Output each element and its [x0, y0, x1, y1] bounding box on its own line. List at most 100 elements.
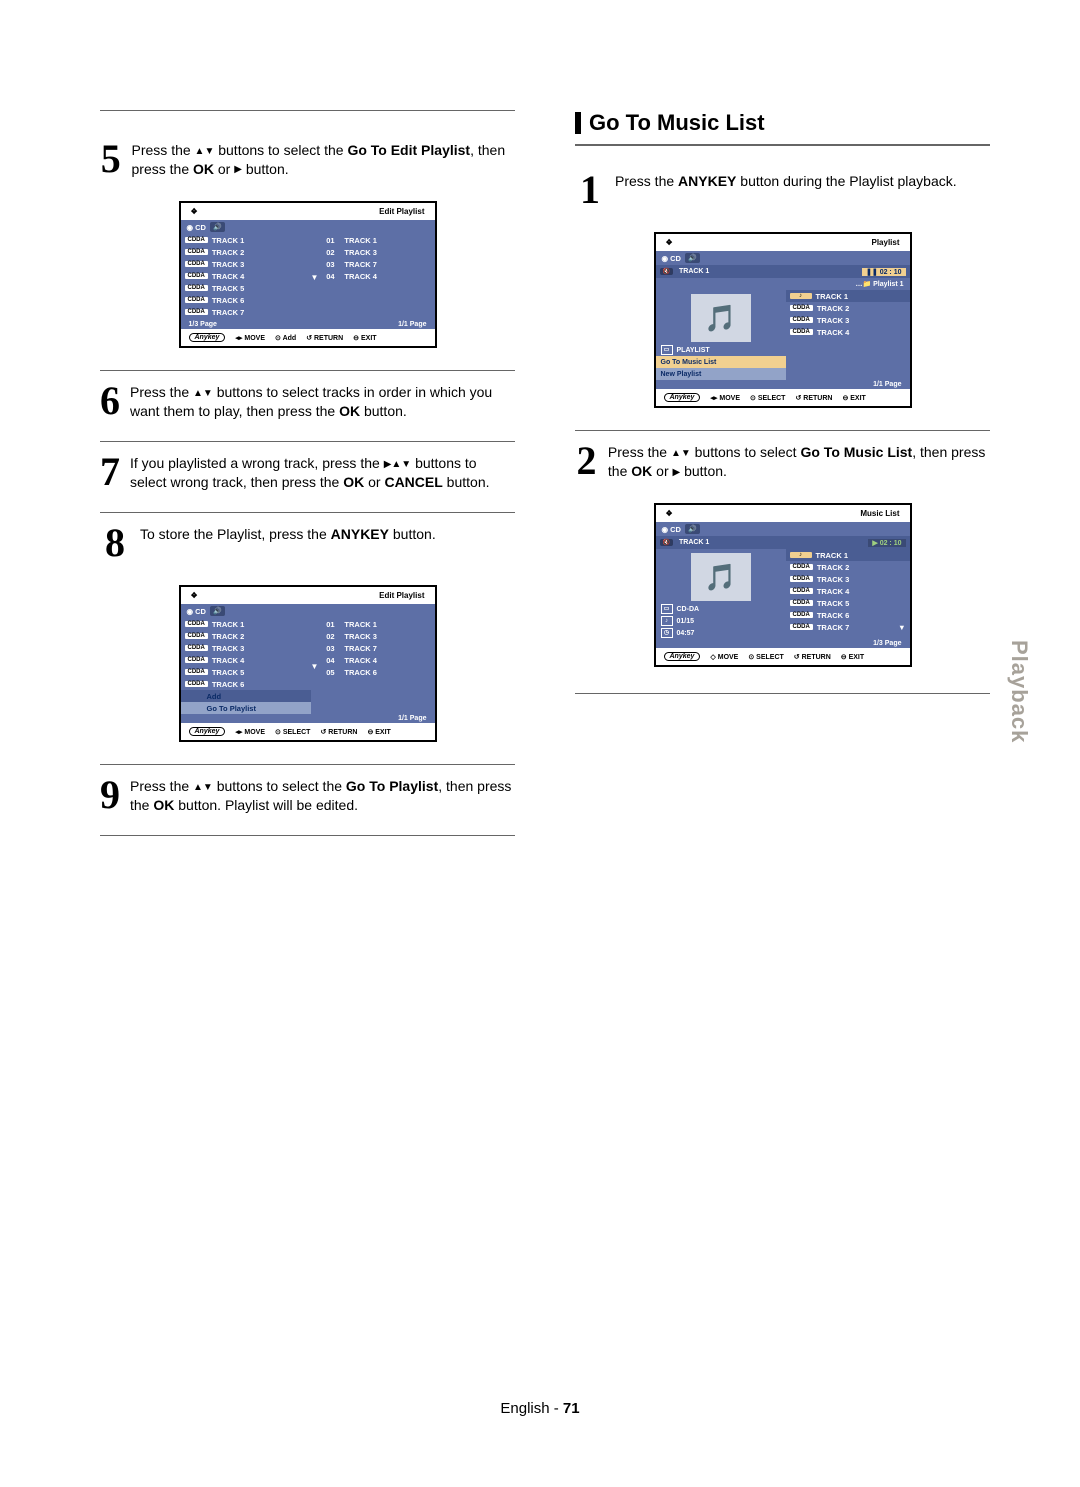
- select-hint: ⊙ SELECT: [750, 394, 785, 402]
- diamond-icon: ❖: [191, 207, 198, 216]
- cdda-tag: CDDA: [185, 645, 208, 651]
- page-indicator: 1/3 Page: [656, 639, 910, 648]
- screen-body: 🎵 ▭CD-DA ♪01/15 ◷04:57 ♪TRACK 1 CDDATRAC…: [656, 549, 910, 639]
- rule: [100, 835, 515, 836]
- cdda-tag: CDDA: [790, 305, 813, 311]
- t: 1/3 Page: [873, 640, 901, 647]
- step-number: 9: [100, 775, 120, 815]
- page: 5 Press the ▲▼ buttons to select the Go …: [0, 0, 1080, 1487]
- figure-edit-playlist-1: ❖ Edit Playlist ◉ CD🔊 CDDATRACK 1 CDDATR…: [100, 201, 515, 348]
- title: Playlist: [871, 238, 899, 247]
- t: button.: [360, 403, 407, 419]
- t: 02: [322, 248, 338, 257]
- t: RETURN: [803, 395, 832, 402]
- t: 04: [322, 272, 338, 281]
- t: 01: [322, 620, 338, 629]
- figure-playlist-menu: ❖ Playlist ◉ CD🔊 🔇 TRACK 1 ❚❚ 02 : 10 …📁…: [575, 232, 990, 408]
- page-footer: English - 71: [0, 1400, 1080, 1417]
- mute-icon: 🔇: [660, 268, 673, 275]
- t: TRACK 5: [212, 284, 245, 293]
- title: Edit Playlist: [379, 591, 424, 600]
- return-hint: ↺ RETURN: [320, 728, 357, 736]
- exit-hint: ⊖ EXIT: [367, 728, 390, 736]
- t: TRACK 1: [679, 539, 709, 546]
- mute-icon: 🔇: [660, 539, 673, 546]
- t: TRACK 4: [817, 587, 850, 596]
- left-column: 5 Press the ▲▼ buttons to select the Go …: [100, 110, 515, 864]
- t: 02 : 10: [880, 269, 902, 276]
- cdda-tag: CDDA: [185, 297, 208, 303]
- page-indicator: 1/1 Page: [181, 714, 435, 723]
- t: ANYKEY: [678, 173, 736, 189]
- t: OK: [339, 403, 360, 419]
- t: CD: [195, 607, 206, 616]
- t: TRACK 4: [344, 272, 377, 281]
- t: MOVE: [718, 654, 739, 661]
- columns: 5 Press the ▲▼ buttons to select the Go …: [100, 110, 990, 864]
- t: TRACK 2: [817, 563, 850, 572]
- t: TRACK 3: [212, 644, 245, 653]
- cdda-tag: CDDA: [185, 249, 208, 255]
- speaker-icon: 🔊: [685, 524, 700, 534]
- playlist-folder: ▭PLAYLIST: [656, 344, 786, 356]
- play-icon: ▶: [234, 163, 242, 177]
- move-hint: ◂▸ MOVE: [235, 728, 265, 736]
- elapsed-time: ▶ 02 : 10: [868, 539, 905, 547]
- chevron-down-icon: ▼: [311, 273, 319, 282]
- t: EXIT: [375, 729, 391, 736]
- now-playing-strip: 🔇 TRACK 1 ▶ 02 : 10: [656, 536, 910, 549]
- t: 01/15: [677, 618, 695, 625]
- t: Press the: [132, 142, 195, 158]
- t: EXIT: [361, 335, 377, 342]
- t: MOVE: [719, 395, 740, 402]
- context-row: ◉ CD🔊: [181, 220, 435, 234]
- t: TRACK 6: [817, 611, 850, 620]
- elapsed-time: ❚❚ 02 : 10: [862, 268, 905, 276]
- screen-body: CDDATRACK 1 CDDATRACK 2 CDDATRACK 3 CDDA…: [181, 234, 435, 320]
- t: 1/3 Page: [189, 321, 217, 328]
- t: TRACK 6: [212, 680, 245, 689]
- chevron-down-icon: ▼: [898, 623, 905, 632]
- context-row: ◉ CD🔊: [656, 522, 910, 536]
- left-track-list: CDDATRACK 1 CDDATRACK 2 CDDATRACK 3 CDDA…: [181, 618, 311, 714]
- t: TRACK 4: [212, 656, 245, 665]
- t: Go To Music List: [661, 359, 717, 366]
- cdda-tag: CDDA: [185, 633, 208, 639]
- music-note-icon: 🎵: [691, 553, 751, 601]
- speaker-icon: 🔊: [210, 606, 225, 616]
- step-text: Press the ▲▼ buttons to select the Go To…: [130, 775, 515, 815]
- speaker-icon: 🔊: [685, 253, 700, 263]
- track-elapsed: ◷04:57: [656, 627, 786, 639]
- cdda-folder: ▭CD-DA: [656, 603, 786, 615]
- step-number: 7: [100, 452, 120, 492]
- figure-music-list: ❖ Music List ◉ CD🔊 🔇 TRACK 1 ▶ 02 : 10 🎵…: [575, 503, 990, 667]
- screen-body: 🎵 ▭PLAYLIST Go To Music List New Playlis…: [656, 290, 910, 380]
- select-hint: ⊙ SELECT: [275, 728, 310, 736]
- t: 1/1 Page: [873, 381, 901, 388]
- t: 01: [322, 236, 338, 245]
- step-text: Press the ▲▼ buttons to select Go To Mus…: [608, 441, 990, 481]
- left-track-list: CDDATRACK 1 CDDATRACK 2 CDDATRACK 3 CDDA…: [181, 234, 311, 320]
- screen: ❖ Music List ◉ CD🔊 🔇 TRACK 1 ▶ 02 : 10 🎵…: [654, 503, 912, 667]
- step-1: 1 Press the ANYKEY button during the Pla…: [575, 170, 990, 210]
- cdda-tag: CDDA: [185, 681, 208, 687]
- move-hint: ◇ MOVE: [710, 653, 738, 661]
- t: TRACK 3: [817, 575, 850, 584]
- track-index: ♪01/15: [656, 615, 786, 627]
- t: TRACK 6: [344, 668, 377, 677]
- t: Add: [283, 335, 297, 342]
- t: 1/1 Page: [398, 321, 426, 328]
- cdda-tag: CDDA: [185, 273, 208, 279]
- step-text: Press the ▲▼ buttons to select the Go To…: [132, 139, 515, 179]
- t: To store the Playlist, press the: [140, 526, 331, 542]
- clock-icon: ◷: [661, 628, 673, 638]
- t: RETURN: [802, 654, 831, 661]
- t: 04: [322, 656, 338, 665]
- t: 1/1 Page: [398, 715, 426, 722]
- anykey-pill: Anykey: [189, 333, 226, 342]
- t: button.: [680, 463, 727, 479]
- anykey-pill: Anykey: [189, 727, 226, 736]
- t: Go To Music List: [589, 110, 765, 136]
- t: RETURN: [328, 729, 357, 736]
- t: Go To Edit Playlist: [347, 142, 470, 158]
